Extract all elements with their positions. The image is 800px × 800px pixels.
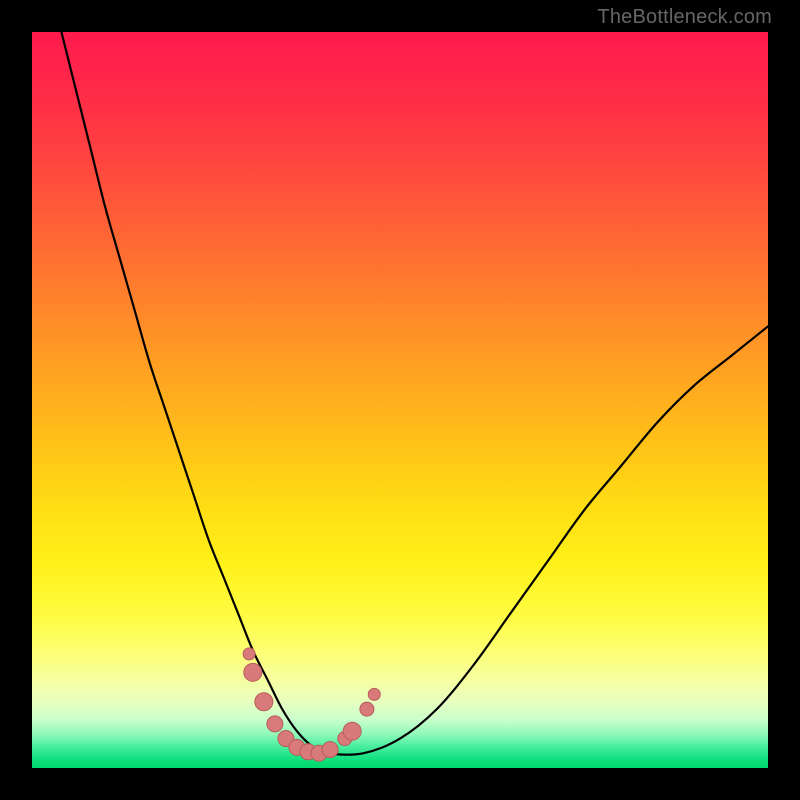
plot-area [32,32,768,768]
marker-point [267,716,283,732]
marker-point [244,663,262,681]
marker-point [243,648,255,660]
marker-group [243,648,380,761]
curve-layer [32,32,768,768]
marker-point [255,693,273,711]
marker-point [343,722,361,740]
marker-point [360,702,374,716]
attribution-text: TheBottleneck.com [597,6,772,29]
bottleneck-curve [61,32,768,755]
marker-point [322,742,338,758]
marker-point [368,688,380,700]
chart-frame: TheBottleneck.com [0,0,800,800]
